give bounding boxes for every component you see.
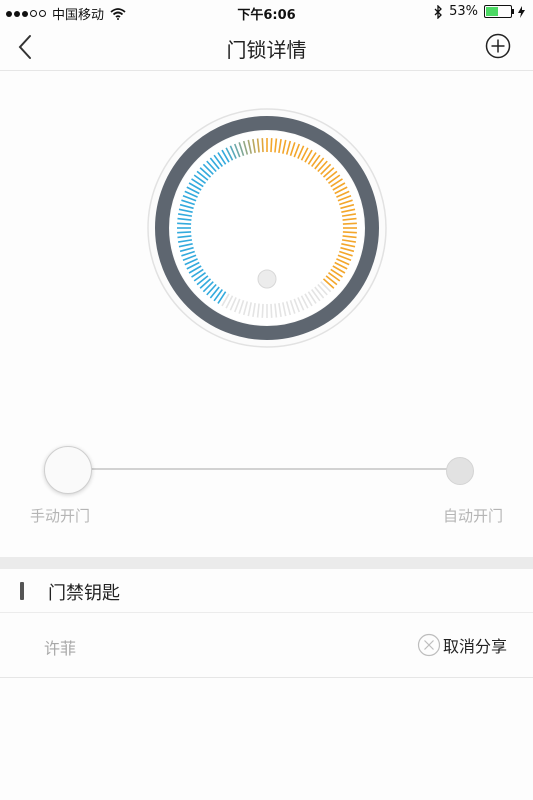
section-divider (0, 557, 533, 569)
access-keys-header: 门禁钥匙 (0, 569, 533, 613)
battery-icon (484, 5, 514, 18)
bluetooth-icon (434, 4, 443, 19)
dial-tick (261, 138, 264, 153)
dial-tick (342, 231, 357, 234)
list-item: 许菲 取消分享 (0, 613, 533, 678)
mode-slider-track[interactable] (66, 468, 460, 470)
key-holder-name: 许菲 (44, 639, 77, 658)
dial-tick (342, 222, 357, 225)
navigation-bar: 门锁详情 (0, 24, 533, 71)
dial-tick (270, 303, 273, 318)
status-right: 53% (434, 4, 525, 19)
cancel-share-label: 取消分享 (442, 637, 507, 656)
dial-tick (270, 138, 273, 153)
battery-percentage: 53% (449, 4, 478, 19)
auto-open-label[interactable]: 自动开门 (443, 505, 503, 526)
cancel-share-button[interactable]: 取消分享 (417, 633, 507, 657)
page-title: 门锁详情 (226, 38, 307, 62)
plus-circle-icon[interactable] (485, 33, 511, 59)
manual-open-label[interactable]: 手动开门 (30, 505, 90, 526)
slider-stop-auto[interactable] (446, 457, 474, 485)
dial-tick (177, 222, 192, 225)
lock-dial[interactable] (143, 104, 391, 352)
slider-thumb-manual[interactable] (44, 446, 92, 494)
dial-tick (177, 231, 192, 234)
status-bar: 中国移动 下午6:06 53% (0, 0, 533, 24)
close-circle-icon (417, 633, 441, 657)
dial-indicator-knob (257, 269, 277, 289)
dial-tick (261, 303, 264, 318)
charging-icon (518, 5, 525, 18)
battery-level-fill (486, 7, 498, 16)
section-title: 门禁钥匙 (48, 583, 120, 604)
section-accent-bar (20, 582, 24, 600)
